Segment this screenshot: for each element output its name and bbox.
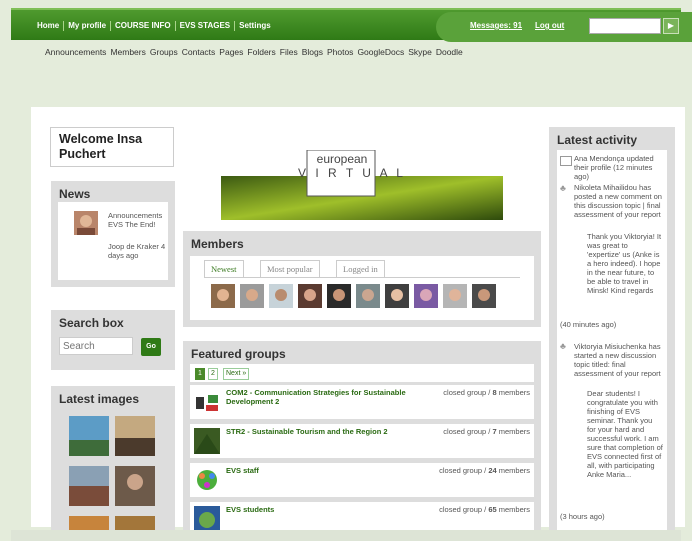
top-navigation-bar: Home My profile COURSE INFO EVS STAGES S…	[11, 8, 692, 42]
european-virtual-seminar-logo: european V I R T U A L seminar	[221, 149, 503, 220]
featured-groups-title: Featured groups	[184, 342, 540, 366]
image-thumbnail[interactable]	[115, 466, 155, 506]
subnav-groups[interactable]: Groups	[150, 47, 178, 57]
group-meta: closed group / 7 members	[443, 427, 530, 436]
group-icon	[194, 428, 220, 454]
image-thumbnail[interactable]	[69, 466, 109, 506]
nav-home[interactable]: Home	[33, 21, 65, 31]
activity-item[interactable]: Nikoleta Mihailidou has posted a new com…	[574, 183, 666, 219]
group-name[interactable]: STR2 - Sustainable Tourism and the Regio…	[226, 427, 426, 436]
next-page[interactable]: Next »	[223, 368, 250, 380]
nav-settings[interactable]: Settings	[235, 21, 275, 31]
group-row[interactable]: EVS staff closed group / 24 members	[190, 463, 534, 497]
footer-strip	[11, 530, 681, 541]
members-widget: Members Newest Most popular Logged in	[183, 231, 541, 327]
group-name[interactable]: COM2 - Communication Strategies for Sust…	[226, 388, 426, 406]
subnav-doodle[interactable]: Doodle	[436, 47, 463, 57]
tab-most-popular[interactable]: Most popular	[260, 260, 320, 278]
avatar[interactable]	[385, 284, 409, 308]
nav-course-info[interactable]: COURSE INFO	[111, 21, 176, 31]
subnav-files[interactable]: Files	[280, 47, 298, 57]
activity-item[interactable]: Ana Mendonça updated their profile (12 m…	[574, 154, 666, 181]
primary-nav: Home My profile COURSE INFO EVS STAGES S…	[33, 21, 275, 31]
activity-comment: Thank you Viktoryia! It was great to 'ex…	[587, 232, 662, 295]
tab-newest[interactable]: Newest	[204, 260, 244, 278]
subnav-contacts[interactable]: Contacts	[182, 47, 216, 57]
subnav-members[interactable]: Members	[110, 47, 145, 57]
subnav-folders[interactable]: Folders	[247, 47, 275, 57]
subnav-photos[interactable]: Photos	[327, 47, 353, 57]
banner-line-3: seminar	[322, 180, 362, 192]
group-meta: closed group / 8 members	[443, 388, 530, 397]
tab-divider	[204, 277, 520, 278]
activity-time: (3 hours ago)	[560, 512, 605, 521]
top-search-go-icon[interactable]: ▶	[663, 18, 679, 34]
subnav-announcements[interactable]: Announcements	[45, 47, 106, 57]
pagination: 1 2 Next »	[190, 364, 534, 382]
profile-update-icon	[560, 156, 572, 166]
group-icon	[194, 467, 220, 493]
image-thumbnail[interactable]	[115, 416, 155, 456]
subnav-blogs[interactable]: Blogs	[302, 47, 323, 57]
news-item[interactable]: Announcements EVS The End! Joop de Krake…	[58, 202, 168, 280]
image-thumbnail[interactable]	[69, 416, 109, 456]
members-panel: Newest Most popular Logged in	[190, 256, 534, 320]
welcome-heading: Welcome Insa Puchert	[50, 127, 174, 167]
subnav-skype[interactable]: Skype	[408, 47, 432, 57]
activity-item[interactable]: Viktoryia Misiuchenka has started a new …	[574, 342, 666, 378]
avatar[interactable]	[74, 211, 98, 235]
avatar[interactable]	[298, 284, 322, 308]
avatar[interactable]	[356, 284, 380, 308]
avatar[interactable]	[414, 284, 438, 308]
avatar[interactable]	[211, 284, 235, 308]
subnav-googledocs[interactable]: GoogleDocs	[357, 47, 404, 57]
nav-my-profile[interactable]: My profile	[64, 21, 112, 31]
tab-logged-in[interactable]: Logged in	[336, 260, 385, 278]
latest-images-title: Latest images	[52, 387, 174, 411]
group-name[interactable]: EVS students	[226, 505, 426, 514]
avatar[interactable]	[240, 284, 264, 308]
group-meta: closed group / 65 members	[439, 505, 530, 514]
group-row[interactable]: STR2 - Sustainable Tourism and the Regio…	[190, 424, 534, 458]
discussion-icon: ♣	[560, 183, 566, 193]
page-2[interactable]: 2	[208, 368, 218, 380]
news-widget: News Announcements EVS The End! Joop de …	[51, 181, 175, 287]
group-icon	[194, 506, 220, 532]
banner-line-1: european	[316, 152, 368, 166]
latest-activity-widget: Latest activity Ana Mendonça updated the…	[549, 127, 675, 539]
page-1[interactable]: 1	[195, 368, 205, 380]
top-search-input[interactable]	[589, 18, 661, 34]
secondary-nav: Announcements Members Groups Contacts Pa…	[45, 47, 463, 57]
nav-evs-stages[interactable]: EVS STAGES	[176, 21, 236, 31]
activity-feed: Ana Mendonça updated their profile (12 m…	[557, 150, 667, 538]
avatar[interactable]	[472, 284, 496, 308]
messages-link[interactable]: Messages: 91	[470, 21, 522, 30]
subnav-pages[interactable]: Pages	[219, 47, 243, 57]
group-icon	[194, 389, 220, 415]
activity-comment: Dear students! I congratulate you with f…	[587, 389, 663, 479]
latest-images-widget: Latest images	[51, 386, 175, 538]
members-title: Members	[184, 232, 540, 256]
news-item-author: Joop de Kraker 4 days ago	[108, 242, 166, 260]
search-input[interactable]	[59, 337, 133, 355]
news-item-title[interactable]: Announcements EVS The End!	[108, 211, 168, 229]
latest-activity-title: Latest activity	[550, 128, 674, 152]
search-title: Search box	[52, 311, 174, 335]
avatar[interactable]	[443, 284, 467, 308]
avatar[interactable]	[327, 284, 351, 308]
search-go-button[interactable]: Go	[141, 338, 161, 356]
logout-link[interactable]: Log out	[535, 21, 564, 30]
search-widget: Search box Go	[51, 310, 175, 370]
banner-line-2: V I R T U A L	[298, 166, 406, 180]
group-name[interactable]: EVS staff	[226, 466, 426, 475]
discussion-icon: ♣	[560, 341, 566, 351]
group-meta: closed group / 24 members	[439, 466, 530, 475]
avatar[interactable]	[269, 284, 293, 308]
group-row[interactable]: COM2 - Communication Strategies for Sust…	[190, 385, 534, 419]
activity-time: (40 minutes ago)	[560, 320, 617, 329]
